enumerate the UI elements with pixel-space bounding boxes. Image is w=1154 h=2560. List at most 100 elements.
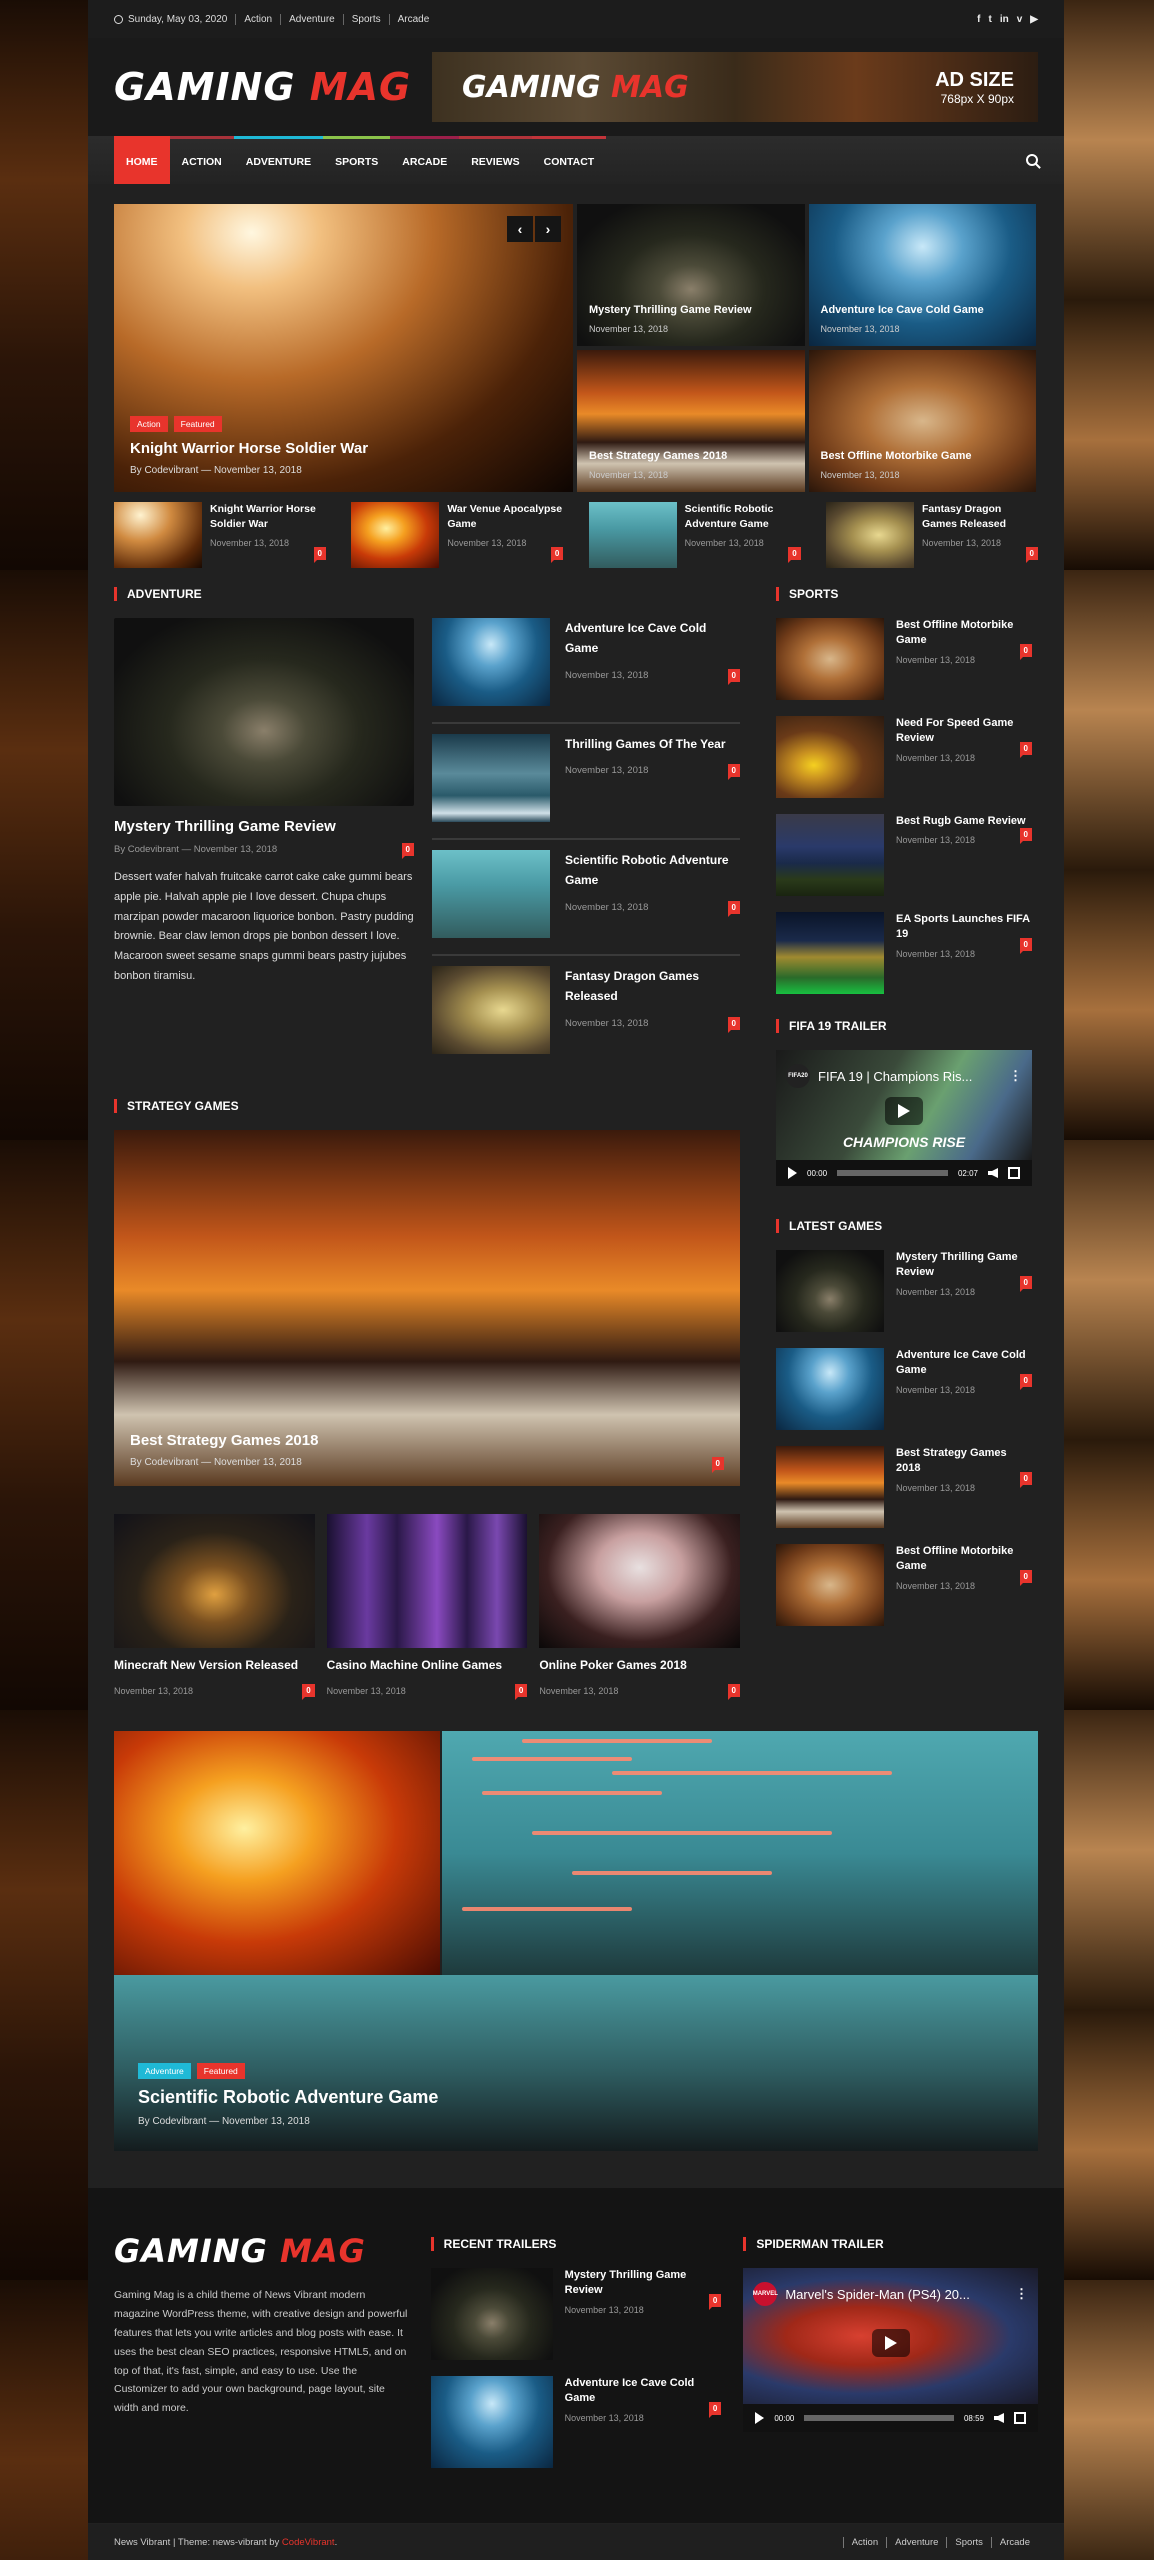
post-thumbnail[interactable] (114, 618, 414, 806)
channel-avatar[interactable]: MARVEL (753, 2282, 778, 2306)
list-item[interactable]: Mystery Thrilling Game Review November 13… (430, 2268, 722, 2360)
hero-tile[interactable]: Mystery Thrilling Game Review November 13… (577, 204, 805, 346)
comment-count-badge[interactable]: 0 (1025, 547, 1038, 563)
comment-count-badge[interactable]: 0 (708, 2294, 722, 2310)
spiderman-video-player[interactable]: MARVEL Marvel's Spider-Man (PS4) 20... ⋮ 0… (743, 2268, 1038, 2432)
comment-count-badge[interactable]: 0 (727, 668, 740, 685)
play-icon[interactable] (788, 1167, 797, 1179)
hero-tile[interactable]: Best Strategy Games 2018 November 13, 201… (577, 350, 805, 492)
list-item[interactable]: Best Offline Motorbike Game November 13, … (776, 1544, 1032, 1626)
post-title[interactable]: Knight Warrior Horse Soldier War (210, 502, 326, 532)
comment-count-badge[interactable]: 0 (727, 900, 740, 917)
list-item[interactable]: Fantasy Dragon Games Released November 13… (825, 502, 1038, 572)
list-item[interactable]: Best Strategy Games 2018 November 13, 201… (776, 1446, 1032, 1528)
post-title[interactable]: Need For Speed Game Review (896, 716, 1032, 747)
comment-count-badge[interactable]: 0 (708, 2402, 722, 2418)
nav-item-reviews[interactable]: REVIEWS (459, 136, 532, 184)
play-overlay-icon[interactable] (871, 2328, 910, 2357)
facebook-icon[interactable]: f (977, 14, 980, 25)
nav-item-action[interactable]: ACTION (169, 136, 234, 184)
footer-link-action[interactable]: Action (842, 2536, 886, 2548)
post-thumbnail[interactable] (432, 850, 550, 938)
site-logo[interactable]: GAMING MAG (114, 65, 411, 109)
seek-bar[interactable] (804, 2415, 954, 2421)
top-link-sports[interactable]: Sports (344, 13, 390, 25)
post-title[interactable]: EA Sports Launches FIFA 19 (896, 912, 1032, 943)
post-title[interactable]: Best Offline Motorbike Game (821, 450, 1027, 462)
category-badge[interactable]: Adventure (138, 2063, 191, 2079)
post-title[interactable]: Best Offline Motorbike Game (896, 618, 1032, 649)
post-thumbnail[interactable] (776, 814, 884, 896)
footer-link-sports[interactable]: Sports (946, 2536, 990, 2548)
comment-count-badge[interactable]: 0 (313, 547, 326, 563)
nav-item-sports[interactable]: SPORTS (323, 136, 391, 184)
grid-post[interactable]: Online Poker Games 2018 November 13, 201… (539, 1514, 740, 1700)
volume-icon[interactable] (993, 2413, 1004, 2423)
footer-link-arcade[interactable]: Arcade (990, 2536, 1038, 2548)
post-title[interactable]: Mystery Thrilling Game Review (114, 818, 414, 835)
category-badge[interactable]: Featured (173, 416, 222, 432)
list-item[interactable]: War Venue Apocalypse Game November 13, 20… (351, 502, 564, 572)
post-title[interactable]: Best Offline Motorbike Game (896, 1544, 1032, 1575)
post-thumbnail[interactable] (351, 502, 440, 568)
list-item[interactable]: Scientific Robotic Adventure Game Novembe… (588, 502, 801, 572)
post-thumbnail[interactable] (430, 2268, 553, 2360)
post-title[interactable]: Minecraft New Version Released (114, 1658, 315, 1672)
nav-item-arcade[interactable]: ARCADE (390, 136, 460, 184)
comment-count-badge[interactable]: 0 (1019, 1570, 1032, 1586)
list-item[interactable]: Best Rugb Game Review November 13, 2018 0 (776, 814, 1032, 896)
list-item[interactable]: Need For Speed Game Review November 13, 2… (776, 716, 1032, 798)
slider-next-button[interactable]: › (535, 216, 561, 242)
post-thumbnail[interactable] (539, 1514, 740, 1648)
post-title[interactable]: Best Rugb Game Review (896, 814, 1032, 829)
post-title[interactable]: Online Poker Games 2018 (539, 1658, 740, 1672)
post-title[interactable]: Best Strategy Games 2018 (589, 450, 795, 462)
header-ad-banner[interactable]: GAMING MAG AD SIZE 768px X 90px (432, 52, 1038, 122)
hero-tile[interactable]: Adventure Ice Cave Cold Game November 13,… (808, 204, 1036, 346)
fullscreen-icon[interactable] (1008, 1167, 1020, 1179)
comment-count-badge[interactable]: 0 (1019, 1472, 1032, 1488)
nav-item-home[interactable]: HOME (114, 136, 170, 184)
post-thumbnail[interactable] (326, 1514, 528, 1648)
fullscreen-icon[interactable] (1013, 2412, 1026, 2424)
category-badge[interactable]: Featured (196, 2063, 245, 2079)
post-thumbnail[interactable] (432, 734, 550, 822)
post-thumbnail[interactable] (776, 1348, 884, 1430)
comment-count-badge[interactable]: 0 (514, 1684, 528, 1700)
comment-count-badge[interactable]: 0 (1019, 828, 1032, 844)
post-thumbnail[interactable] (114, 1514, 315, 1648)
list-item[interactable]: EA Sports Launches FIFA 19 November 13, 2… (776, 912, 1032, 994)
top-link-adventure[interactable]: Adventure (281, 13, 344, 25)
post-title[interactable]: Best Strategy Games 2018 (896, 1446, 1032, 1477)
list-item[interactable]: Adventure Ice Cave Cold Game November 13,… (430, 2376, 722, 2468)
post-title[interactable]: Scientific Robotic Adventure Game (138, 2087, 1022, 2108)
post-title[interactable]: Fantasy Dragon Games Released (565, 966, 740, 1007)
play-overlay-icon[interactable] (885, 1096, 923, 1125)
linkedin-icon[interactable]: in (1000, 14, 1009, 25)
fullwidth-slider[interactable]: Adventure Featured Scientific Robotic Ad… (114, 1731, 1038, 2151)
comment-count-badge[interactable]: 0 (1019, 742, 1032, 758)
strategy-main-post[interactable]: Best Strategy Games 2018 By Codevibrant … (114, 1130, 740, 1486)
play-icon[interactable] (755, 2412, 765, 2424)
comment-count-badge[interactable]: 0 (788, 547, 801, 563)
search-icon[interactable] (1026, 154, 1038, 166)
comment-count-badge[interactable]: 0 (302, 1684, 315, 1700)
youtube-icon[interactable]: ▶ (1030, 14, 1038, 25)
comment-count-badge[interactable]: 0 (727, 1684, 740, 1700)
video-title[interactable]: FIFA 19 | Champions Ris... (818, 1069, 972, 1084)
post-title[interactable]: Scientific Robotic Adventure Game (685, 502, 801, 532)
top-link-action[interactable]: Action (236, 13, 282, 25)
more-options-icon[interactable]: ⋮ (1009, 1068, 1022, 1084)
slider-prev-button[interactable]: ‹ (507, 216, 533, 242)
more-options-icon[interactable]: ⋮ (1015, 2286, 1028, 2302)
nav-item-contact[interactable]: CONTACT (531, 136, 607, 184)
grid-post[interactable]: Casino Machine Online Games November 13,… (326, 1514, 528, 1700)
post-title[interactable]: Best Strategy Games 2018 (130, 1432, 724, 1449)
volume-icon[interactable] (988, 1168, 998, 1178)
post-thumbnail[interactable] (588, 502, 677, 568)
post-thumbnail[interactable] (776, 1250, 884, 1332)
list-item[interactable]: Knight Warrior Horse Soldier War November… (114, 502, 326, 572)
post-title[interactable]: Mystery Thrilling Game Review (589, 304, 795, 316)
credit-link[interactable]: CodeVibrant (282, 2537, 335, 2548)
post-title[interactable]: Mystery Thrilling Game Review (896, 1250, 1032, 1281)
